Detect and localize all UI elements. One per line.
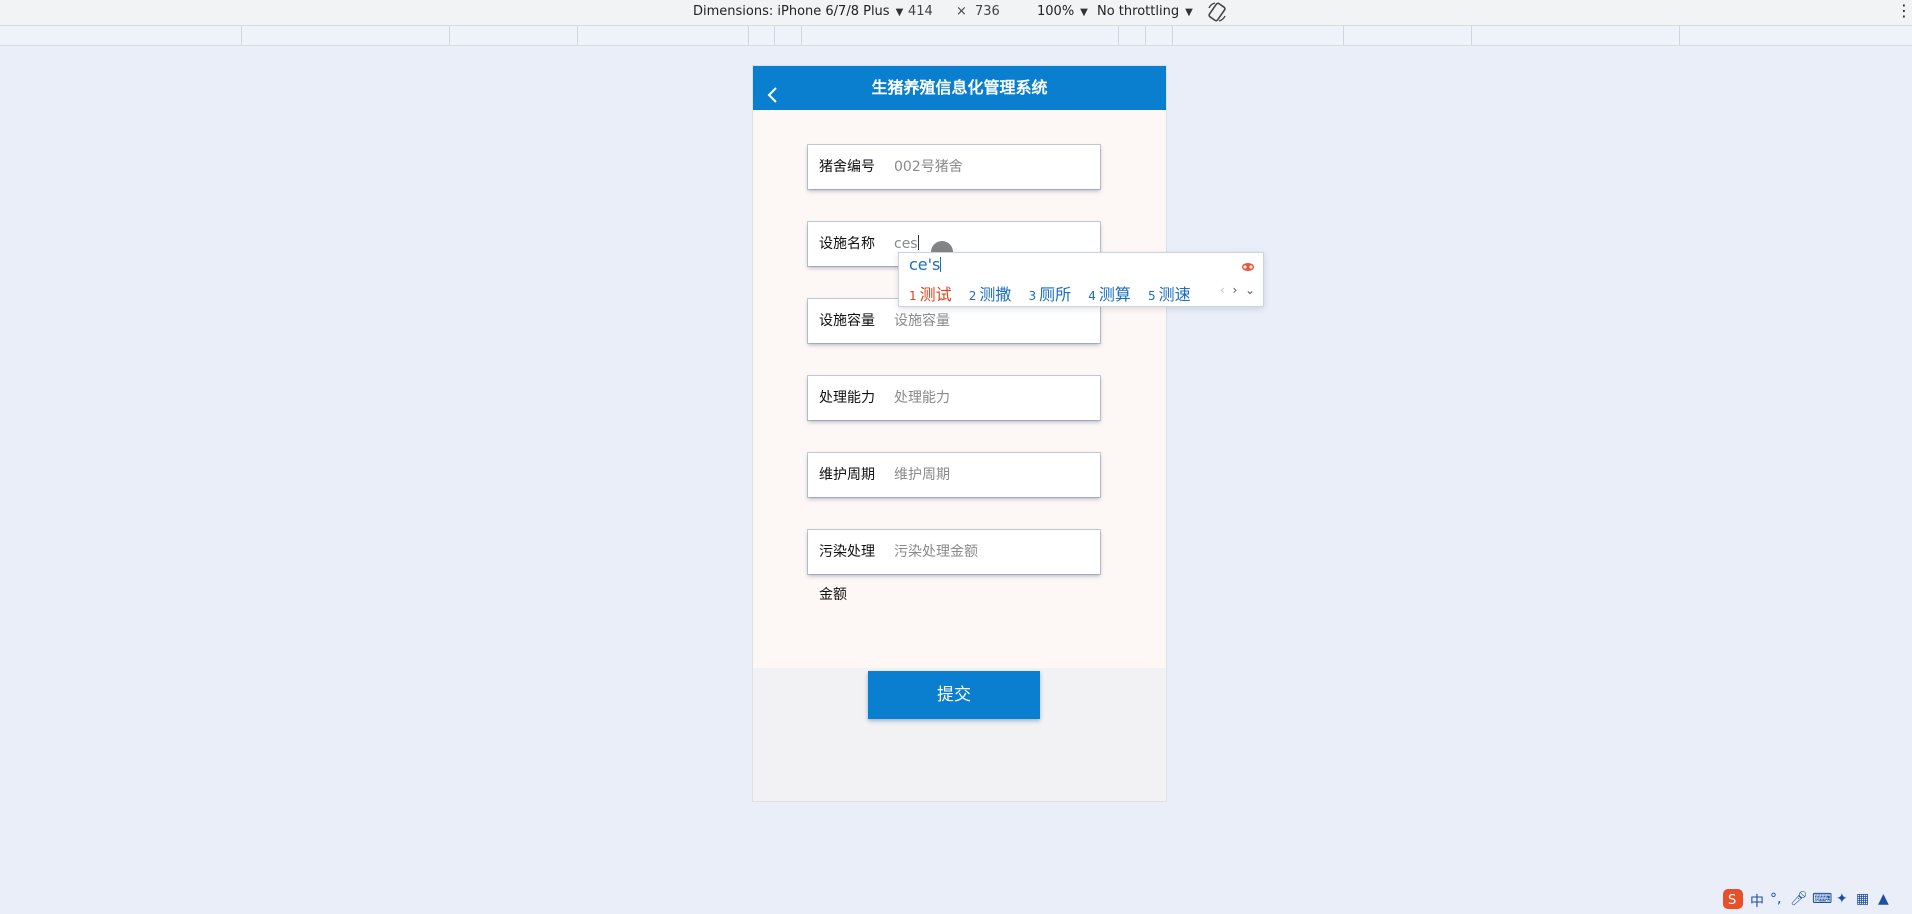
devtools-toolbar: Dimensions: iPhone 6/7/8 Plus ▼ 414 × 736… [0,0,1912,26]
ime-composition-text: ce's [909,255,941,274]
media-query-ruler [0,26,1912,46]
candidate-text: 测试 [919,285,952,304]
svg-text:S: S [1728,893,1736,908]
facility-capacity-input[interactable]: 设施容量 [894,312,1084,330]
device-viewport: 生猪养殖信息化管理系统 猪舍编号 002号猪舍 设施名称 ces 设施容量 设施… [752,65,1167,802]
ime-next-icon[interactable]: › [1232,283,1237,297]
ime-candidate[interactable]: 4 测算 [1088,285,1131,304]
ime-cursor [940,257,942,272]
ime-candidates: 1 测试 2 测撒 3 厕所 4 测算 5 测速 [909,281,1203,305]
candidate-number: 1 [909,289,917,303]
candidate-text: 测撒 [979,285,1012,304]
field-label: 设施名称 [819,236,875,252]
device-select[interactable]: Dimensions: iPhone 6/7/8 Plus ▼ [693,4,903,19]
text-cursor [917,235,919,250]
candidate-number: 3 [1028,289,1037,303]
ime-candidate[interactable]: 2 测撒 [969,285,1012,304]
pigsty-number-input[interactable]: 002号猪舍 [894,158,1084,176]
candidate-text: 测速 [1158,285,1191,304]
submit-button[interactable]: 提交 [868,671,1040,719]
ime-composition: ce's [909,255,942,274]
dimension-separator: × [956,4,967,19]
height-input[interactable]: 736 [975,4,1000,19]
ime-candidate[interactable]: 1 测试 [909,285,952,304]
pollution-amount-input[interactable]: 污染处理金额 [894,543,1084,561]
ime-paging: ‹ › ⌄ [1220,283,1255,297]
ime-lang-indicator[interactable]: 中 [1750,891,1764,911]
candidate-number: 5 [1148,289,1156,303]
form-area: 猪舍编号 002号猪舍 设施名称 ces 设施容量 设施容量 处理能力 处理能力… [753,110,1166,719]
caret-down-icon: ▼ [1185,7,1193,18]
ime-skin-icon[interactable] [1241,257,1255,271]
field-label: 污染处理 [819,544,875,560]
microphone-icon[interactable]: 🎤︎ [1790,891,1808,907]
candidate-number: 2 [968,289,977,303]
field-label: 处理能力 [819,390,875,406]
ime-expand-icon[interactable]: ⌄ [1245,283,1255,297]
ime-prev-icon[interactable]: ‹ [1220,283,1225,297]
ime-candidate-popup: ce's 1 测试 2 测撒 3 厕所 4 测算 5 测速 ‹ › ⌄ [898,252,1264,307]
field-pigsty-number[interactable]: 猪舍编号 002号猪舍 [808,145,1100,189]
processing-capacity-input[interactable]: 处理能力 [894,389,1084,407]
field-label: 猪舍编号 [819,159,875,175]
toolbox-icon[interactable]: ▦ [1856,891,1869,907]
field-maintenance-cycle[interactable]: 维护周期 维护周期 [808,453,1100,497]
sogou-ime-icon[interactable]: S [1722,888,1744,914]
rotate-icon[interactable] [1206,1,1228,23]
field-label-wrap: 金额 [819,587,847,603]
page-title: 生猪养殖信息化管理系统 [871,78,1048,97]
ime-candidate[interactable]: 5 测速 [1148,285,1191,304]
facility-name-value: ces [894,236,918,252]
zoom-select[interactable]: 100% ▼ [1037,4,1088,19]
skin-icon[interactable]: ✦ [1836,891,1848,907]
system-tray: S 中 °, 🎤︎ ⌨︎ ✦ ▦ ▲ [1716,886,1912,912]
field-label: 维护周期 [819,467,875,483]
candidate-number: 4 [1088,289,1096,303]
width-input[interactable]: 414 [908,4,933,19]
candidate-text: 测算 [1098,285,1131,304]
ime-candidate[interactable]: 3 厕所 [1029,285,1072,304]
caret-down-icon: ▼ [1080,7,1088,18]
facility-name-input[interactable]: ces [894,235,1084,253]
caret-down-icon: ▼ [895,7,904,18]
field-label: 设施容量 [819,313,875,329]
candidate-text: 厕所 [1039,285,1072,304]
app-header: 生猪养殖信息化管理系统 [753,66,1166,110]
throttle-select[interactable]: No throttling ▼ [1097,4,1193,19]
more-vert-icon[interactable]: ⋮ [1896,1,1912,23]
maintenance-cycle-input[interactable]: 维护周期 [894,466,1084,484]
keyboard-icon[interactable]: ⌨︎ [1812,891,1832,907]
chevron-left-icon[interactable] [763,78,783,103]
zoom-label: 100% [1037,4,1075,19]
field-processing-capacity[interactable]: 处理能力 处理能力 [808,376,1100,420]
ime-punct-indicator[interactable]: °, [1770,891,1781,907]
field-pollution-amount[interactable]: 污染处理 污染处理金额 [808,530,1100,574]
notification-icon[interactable]: ▲ [1878,891,1889,907]
throttle-label: No throttling [1097,4,1180,19]
device-label: Dimensions: iPhone 6/7/8 Plus [693,4,890,19]
